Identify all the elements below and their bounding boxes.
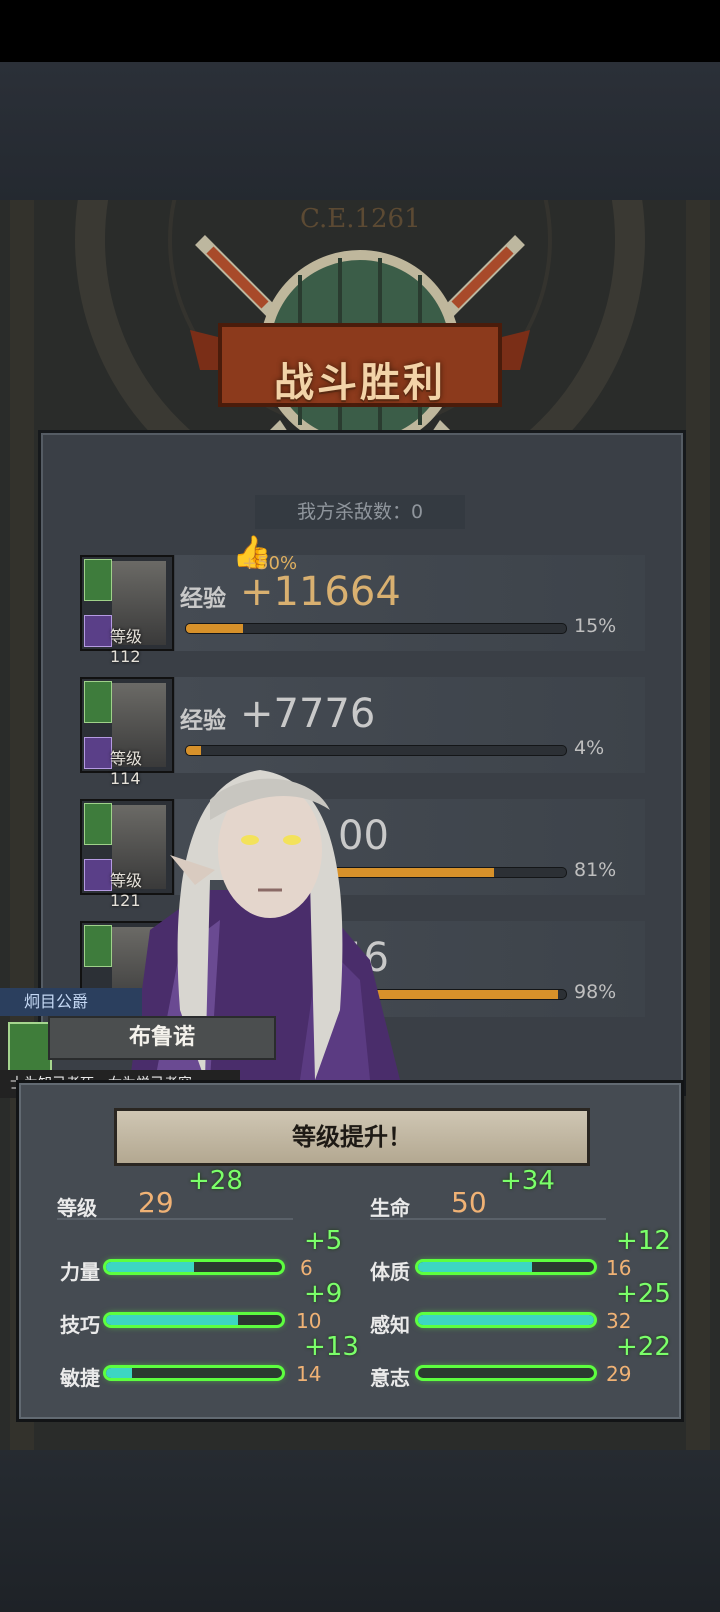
stat-bar-fill xyxy=(106,1315,238,1325)
stat-increase: +9 xyxy=(304,1279,343,1309)
exp-label: 经验 xyxy=(180,708,226,734)
stat-label: 敏捷 xyxy=(60,1366,100,1390)
faction-badge-icon xyxy=(84,559,112,601)
stat-bar-fill xyxy=(106,1262,194,1272)
stat-increase: +5 xyxy=(304,1226,343,1256)
stat-bar-fill xyxy=(418,1315,594,1325)
stat-increase: +22 xyxy=(616,1332,671,1362)
divider xyxy=(370,1218,606,1220)
exp-value: +7776 xyxy=(240,691,376,737)
hp-increase: +34 xyxy=(500,1166,555,1196)
hero-level: 等级112 xyxy=(110,627,143,666)
stat-increase: +13 xyxy=(304,1332,359,1362)
exp-progress-bar xyxy=(185,623,567,634)
character-name: 布鲁诺 xyxy=(48,1016,276,1060)
top-black-bar xyxy=(0,0,720,62)
stat-label: 意志 xyxy=(370,1366,410,1390)
faction-badge-icon xyxy=(84,681,112,723)
divider xyxy=(57,1218,293,1220)
exp-progress-fill xyxy=(186,624,243,633)
stat-increase: +25 xyxy=(616,1279,671,1309)
level-increase: +28 xyxy=(188,1166,243,1196)
exp-value: +11664 xyxy=(240,569,401,615)
stat-bar xyxy=(106,1368,282,1378)
stat-value: 16 xyxy=(606,1256,632,1280)
class-icon xyxy=(84,737,112,769)
stat-value: 14 xyxy=(296,1362,322,1386)
battle-result-title: 战斗胜利 xyxy=(274,360,446,406)
stat-value: 29 xyxy=(606,1362,632,1386)
hero-portrait[interactable]: 等级112 xyxy=(80,555,174,666)
exp-progress-percent: 81% xyxy=(574,859,617,881)
stat-label: 感知 xyxy=(370,1313,410,1337)
stat-label: 力量 xyxy=(60,1260,100,1284)
character-title: 炯目公爵 xyxy=(0,988,142,1016)
background-bottom xyxy=(0,1450,720,1612)
stat-value: 32 xyxy=(606,1309,632,1333)
stat-bar-fill xyxy=(418,1262,533,1272)
stat-increase: +12 xyxy=(616,1226,671,1256)
level-label: 等级 xyxy=(57,1196,97,1220)
exp-progress-percent: 4% xyxy=(574,737,605,759)
faction-badge-icon xyxy=(84,803,112,845)
stat-label: 技巧 xyxy=(60,1313,100,1337)
stat-bar xyxy=(418,1315,594,1325)
stat-label: 体质 xyxy=(370,1260,410,1284)
faction-badge-icon xyxy=(84,925,112,967)
background-top xyxy=(0,62,720,202)
exp-progress-percent: 98% xyxy=(574,981,617,1003)
exp-progress-bar xyxy=(185,745,567,756)
stat-bar xyxy=(418,1262,594,1272)
kill-count: 我方杀敌数：0 xyxy=(255,495,465,529)
exp-label: 经验 xyxy=(180,586,226,612)
stat-bar xyxy=(106,1315,282,1325)
level-value: 29 xyxy=(138,1186,174,1219)
stat-bar xyxy=(418,1368,594,1378)
stat-value: 6 xyxy=(300,1256,313,1280)
hero-row: 等级112 👍 +50% 经验 +11664 15% xyxy=(80,533,645,666)
hero-row: 等级114 经验 +7776 4% xyxy=(80,677,645,788)
level-up-banner: 等级提升！ xyxy=(114,1108,590,1166)
hp-label: 生命 xyxy=(370,1196,410,1220)
stat-value: 10 xyxy=(296,1309,322,1333)
stat-bar-fill xyxy=(106,1368,133,1378)
stat-bar xyxy=(106,1262,282,1272)
class-icon xyxy=(84,615,112,647)
exp-progress-percent: 15% xyxy=(574,615,617,637)
class-icon xyxy=(84,859,112,891)
hp-value: 50 xyxy=(451,1186,487,1219)
hero-portrait[interactable]: 等级114 xyxy=(80,677,174,788)
exp-progress-fill xyxy=(186,746,202,755)
